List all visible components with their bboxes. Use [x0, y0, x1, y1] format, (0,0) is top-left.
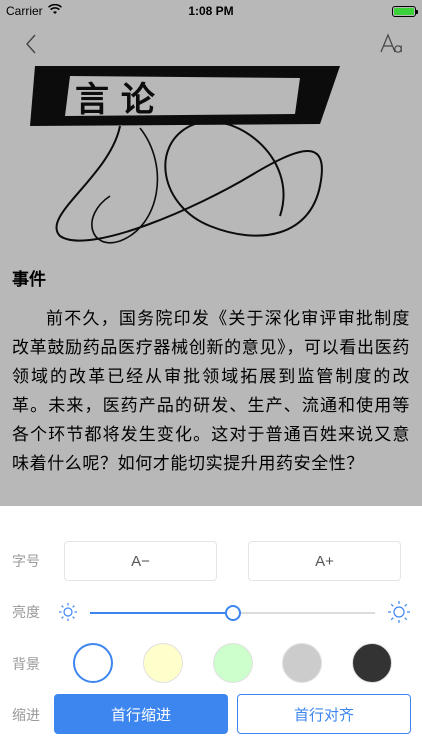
brightness-slider-fill: [90, 612, 233, 614]
indent-row: 缩进 首行缩进 首行对齐: [0, 694, 422, 734]
brightness-row: 亮度: [0, 594, 422, 630]
back-icon[interactable]: [18, 31, 44, 57]
article-content[interactable]: 言 论 事件 前不久，国务院印发《关于深化审评审批制度改革鼓励药品医疗器械创新的…: [0, 66, 422, 506]
status-time: 1:08 PM: [188, 4, 234, 18]
font-increase-button[interactable]: A+: [248, 541, 401, 581]
sun-large-icon: [387, 600, 411, 628]
battery-icon: [392, 5, 418, 17]
first-line-align-button[interactable]: 首行对齐: [237, 694, 411, 734]
indent-label: 缩进: [12, 708, 40, 724]
status-bar: Carrier 1:08 PM: [0, 0, 422, 22]
font-decrease-button[interactable]: A−: [64, 541, 217, 581]
background-swatch-gray[interactable]: [282, 643, 322, 683]
brightness-label: 亮度: [12, 605, 40, 621]
navigation-bar: [0, 22, 422, 66]
brightness-slider[interactable]: [90, 605, 375, 621]
background-swatch-green[interactable]: [213, 643, 253, 683]
reading-settings-panel: 字号 A− A+ 亮度 背景 缩进 首行缩进 首行对齐: [0, 506, 422, 750]
section-title: 事件: [12, 270, 46, 290]
font-size-row: 字号 A− A+: [0, 541, 422, 581]
background-swatch-yellow[interactable]: [143, 643, 183, 683]
first-line-indent-button[interactable]: 首行缩进: [54, 694, 228, 734]
sun-small-icon: [58, 602, 78, 626]
background-label: 背景: [12, 657, 40, 673]
background-row: 背景: [0, 643, 422, 683]
battery-fill: [394, 7, 414, 15]
font-size-label: 字号: [12, 554, 40, 570]
status-right: [392, 5, 418, 17]
background-swatch-white[interactable]: [73, 643, 113, 683]
background-swatch-black[interactable]: [352, 643, 392, 683]
brightness-slider-thumb[interactable]: [224, 605, 241, 621]
text-size-icon[interactable]: [378, 31, 404, 57]
article-paragraph: 前不久，国务院印发《关于深化审评审批制度改革鼓励药品医疗器械创新的意见》，可以看…: [12, 309, 410, 474]
hero-title-text: 言 论: [75, 80, 156, 120]
article-hero-image: 言 论: [0, 66, 422, 251]
